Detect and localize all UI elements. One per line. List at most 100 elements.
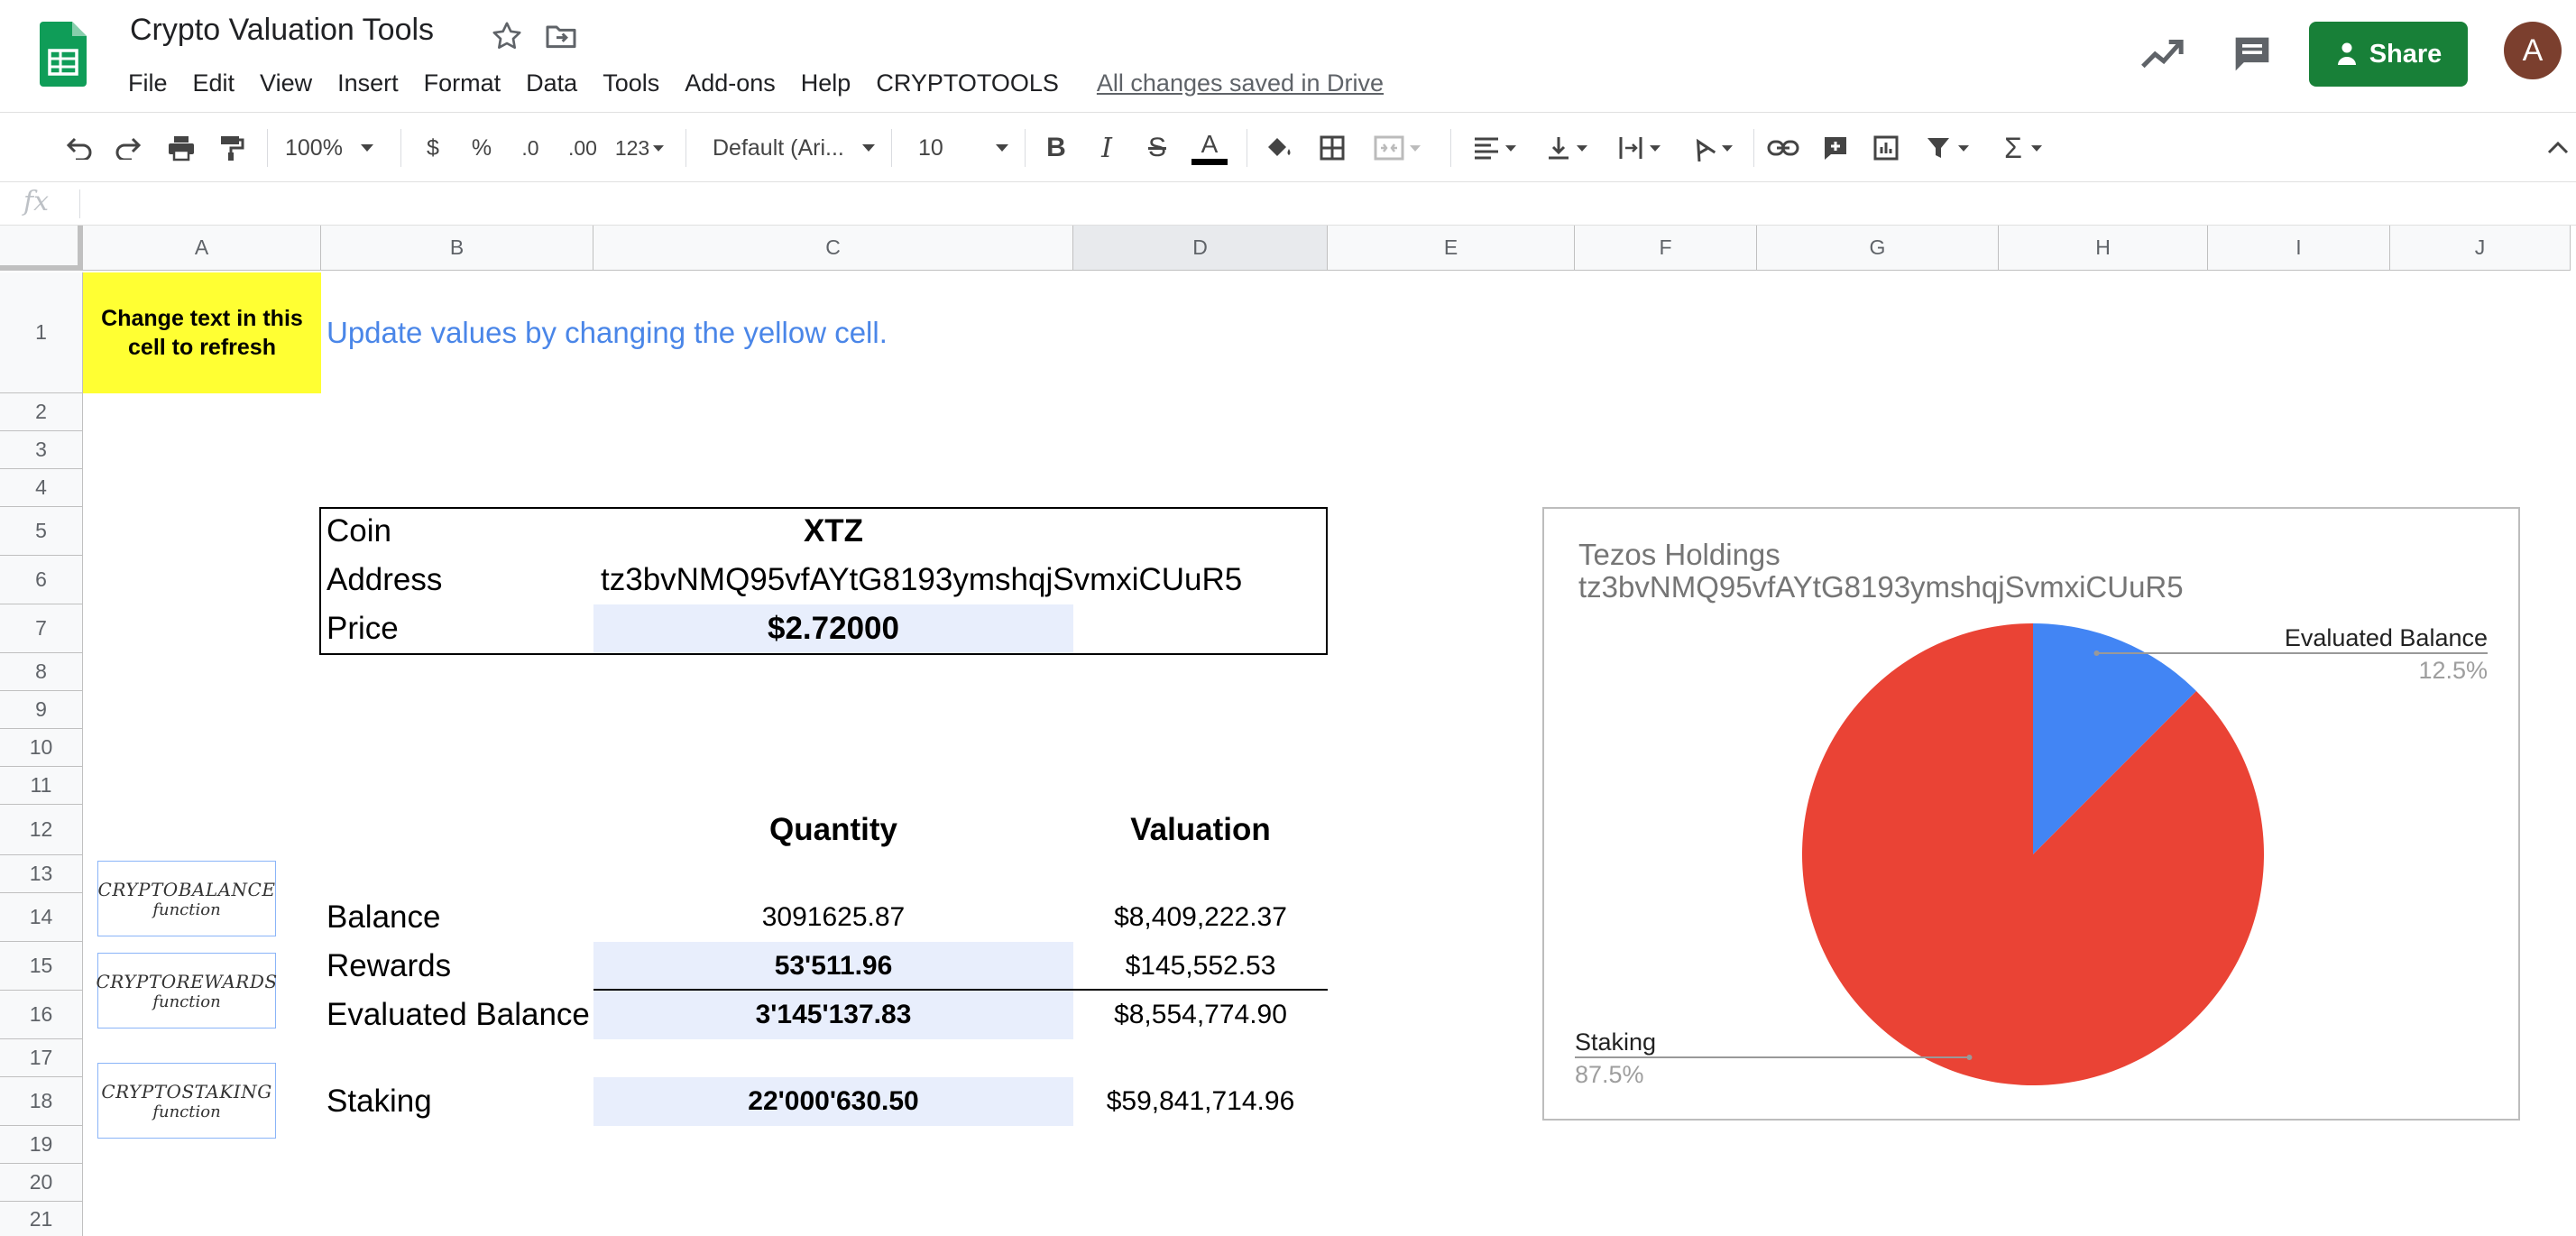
row-header-21[interactable]: 21 xyxy=(0,1202,83,1236)
text-color-button[interactable]: A xyxy=(1189,113,1230,183)
insert-chart-button[interactable] xyxy=(1865,113,1907,183)
menu-view[interactable]: View xyxy=(247,69,325,97)
coin-value[interactable]: XTZ xyxy=(593,507,1073,556)
strikethrough-button[interactable]: S xyxy=(1138,113,1176,183)
insert-comment-button[interactable] xyxy=(1815,113,1856,183)
row-header-5[interactable]: 5 xyxy=(0,507,83,556)
collapse-menus-button[interactable] xyxy=(2542,113,2574,183)
format-currency-button[interactable]: $ xyxy=(415,113,451,183)
column-header-j[interactable]: J xyxy=(2390,226,2571,271)
row-header-8[interactable]: 8 xyxy=(0,653,83,691)
text-rotation-button[interactable] xyxy=(1681,113,1741,183)
merge-cells-button[interactable] xyxy=(1366,113,1429,183)
row-header-19[interactable]: 19 xyxy=(0,1126,83,1164)
column-header-e[interactable]: E xyxy=(1328,226,1575,271)
user-avatar[interactable]: A xyxy=(2504,22,2562,79)
horizontal-align-button[interactable] xyxy=(1465,113,1524,183)
row-header-6[interactable]: 6 xyxy=(0,556,83,604)
print-button[interactable] xyxy=(161,113,202,183)
row-header-11[interactable]: 11 xyxy=(0,767,83,805)
star-icon[interactable] xyxy=(489,18,525,54)
menu-add-ons[interactable]: Add-ons xyxy=(672,69,788,97)
menu-help[interactable]: Help xyxy=(788,69,864,97)
column-header-g[interactable]: G xyxy=(1757,226,1999,271)
balance-valuation[interactable]: $8,409,222.37 xyxy=(1073,893,1328,942)
staking-quantity[interactable]: 22'000'630.50 xyxy=(593,1077,1073,1126)
format-percent-button[interactable]: % xyxy=(464,113,500,183)
menu-format[interactable]: Format xyxy=(411,69,514,97)
column-header-d[interactable]: D xyxy=(1073,226,1328,271)
row-header-7[interactable]: 7 xyxy=(0,604,83,653)
rewards-quantity[interactable]: 53'511.96 xyxy=(593,942,1073,991)
tezos-holdings-pie-chart[interactable]: Tezos Holdings tz3bvNMQ95vfAYtG8193ymshq… xyxy=(1542,507,2520,1121)
select-all-corner[interactable] xyxy=(0,226,83,271)
menu-insert[interactable]: Insert xyxy=(325,69,411,97)
refresh-trigger-cell[interactable]: Change text in this cell to refresh xyxy=(83,272,321,393)
filter-button[interactable] xyxy=(1918,113,1977,183)
text-wrap-button[interactable] xyxy=(1609,113,1669,183)
cryptostaking-function-image[interactable]: CRYPTOSTAKING function xyxy=(97,1063,276,1139)
evaluated-balance-quantity[interactable]: 3'145'137.83 xyxy=(593,991,1073,1039)
increase-decimals-button[interactable]: .00 xyxy=(559,113,606,183)
menu-file[interactable]: File xyxy=(115,69,180,97)
row-header-17[interactable]: 17 xyxy=(0,1039,83,1077)
move-to-folder-icon[interactable] xyxy=(543,18,579,54)
column-header-a[interactable]: A xyxy=(83,226,321,271)
activity-trend-icon[interactable] xyxy=(2139,34,2185,74)
italic-button[interactable]: I xyxy=(1088,113,1126,183)
font-family-select[interactable]: Default (Ari... xyxy=(713,113,875,183)
insert-link-button[interactable] xyxy=(1762,113,1804,183)
row-header-13[interactable]: 13 xyxy=(0,855,83,893)
column-header-f[interactable]: F xyxy=(1575,226,1757,271)
save-status-link[interactable]: All changes saved in Drive xyxy=(1097,69,1384,97)
row-header-2[interactable]: 2 xyxy=(0,393,83,431)
functions-button[interactable]: Σ xyxy=(1993,113,2053,183)
row-header-4[interactable]: 4 xyxy=(0,469,83,507)
rewards-label: Rewards xyxy=(327,948,452,983)
formula-input[interactable] xyxy=(87,182,2558,226)
column-header-i[interactable]: I xyxy=(2208,226,2390,271)
address-value[interactable]: tz3bvNMQ95vfAYtG8193ymshqjSvmxiCUuR5 xyxy=(601,556,1242,604)
row-header-10[interactable]: 10 xyxy=(0,729,83,767)
menu-data[interactable]: Data xyxy=(513,69,590,97)
cryptobalance-function-image[interactable]: CRYPTOBALANCE function xyxy=(97,861,276,936)
row-header-1[interactable]: 1 xyxy=(0,272,83,393)
decrease-decimals-button[interactable]: .0 xyxy=(511,113,550,183)
undo-button[interactable] xyxy=(58,113,99,183)
price-value[interactable]: $2.72000 xyxy=(593,604,1073,653)
staking-valuation[interactable]: $59,841,714.96 xyxy=(1073,1077,1328,1126)
row-header-16[interactable]: 16 xyxy=(0,991,83,1039)
evaluated-balance-valuation[interactable]: $8,554,774.90 xyxy=(1073,991,1328,1039)
column-header-h[interactable]: H xyxy=(1999,226,2208,271)
function-name: CRYPTOBALANCE xyxy=(97,878,276,900)
toolbar-divider xyxy=(685,129,686,167)
bold-button[interactable]: B xyxy=(1037,113,1075,183)
zoom-select[interactable]: 100% xyxy=(285,113,384,183)
comment-icon[interactable] xyxy=(2230,34,2275,74)
more-formats-button[interactable]: 123 xyxy=(610,113,669,183)
menu-edit[interactable]: Edit xyxy=(180,69,248,97)
sheets-logo-icon[interactable] xyxy=(40,22,87,87)
font-size-select[interactable]: 10 xyxy=(918,113,1008,183)
row-header-18[interactable]: 18 xyxy=(0,1077,83,1126)
balance-quantity[interactable]: 3091625.87 xyxy=(593,893,1073,942)
vertical-align-button[interactable] xyxy=(1537,113,1596,183)
row-header-12[interactable]: 12 xyxy=(0,805,83,855)
column-header-b[interactable]: B xyxy=(321,226,593,271)
row-header-15[interactable]: 15 xyxy=(0,942,83,991)
redo-button[interactable] xyxy=(108,113,150,183)
row-header-20[interactable]: 20 xyxy=(0,1164,83,1202)
row-header-14[interactable]: 14 xyxy=(0,893,83,942)
borders-button[interactable] xyxy=(1311,113,1353,183)
row-header-9[interactable]: 9 xyxy=(0,691,83,729)
rewards-valuation[interactable]: $145,552.53 xyxy=(1073,942,1328,991)
document-title[interactable]: Crypto Valuation Tools xyxy=(130,13,434,48)
cryptorewards-function-image[interactable]: CRYPTOREWARDS function xyxy=(96,953,277,1028)
menu-tools[interactable]: Tools xyxy=(590,69,672,97)
row-header-3[interactable]: 3 xyxy=(0,431,83,469)
share-button[interactable]: Share xyxy=(2309,22,2468,87)
menu-cryptotools[interactable]: CRYPTOTOOLS xyxy=(863,69,1072,97)
fill-color-button[interactable] xyxy=(1259,113,1301,183)
column-header-c[interactable]: C xyxy=(593,226,1073,271)
paint-format-button[interactable] xyxy=(211,113,253,183)
